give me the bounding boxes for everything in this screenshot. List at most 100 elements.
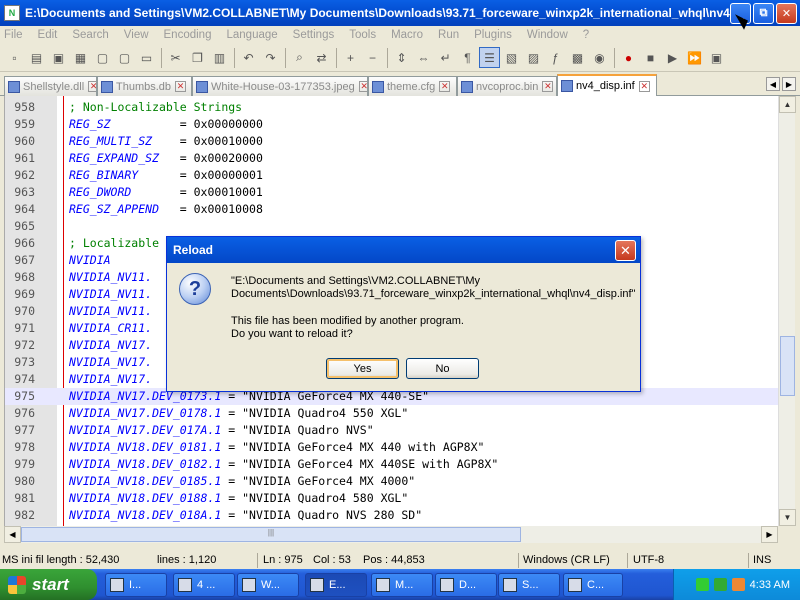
tab-scroll-left-icon[interactable]: ◀ [766, 77, 780, 91]
indent-guide-icon[interactable]: ☰ [479, 47, 500, 68]
code-line[interactable]: 960 REG_MULTI_SZ = 0x00010000 [5, 133, 778, 150]
menu-item-search[interactable]: Search [72, 29, 108, 41]
play-macro-icon[interactable]: ▶ [662, 47, 683, 68]
menu-item-file[interactable]: File [4, 29, 23, 41]
code-line[interactable]: 981 NVIDIA_NV18.DEV_0188.1 = "NVIDIA Quad… [5, 490, 778, 507]
taskbar-button[interactable]: C... [563, 573, 623, 597]
menu-item-tools[interactable]: Tools [349, 29, 376, 41]
tab-theme[interactable]: theme.cfg ✕ [368, 76, 457, 96]
taskbar-button[interactable]: E... [305, 573, 367, 597]
sync-vertical-icon[interactable]: ⇕ [391, 47, 412, 68]
no-button[interactable]: No [406, 358, 479, 379]
replace-icon[interactable]: ⇄ [311, 47, 332, 68]
zoom-in-icon[interactable]: + [340, 47, 361, 68]
menu-item-run[interactable]: Run [438, 29, 459, 41]
code-line[interactable]: 977 NVIDIA_NV17.DEV_017A.1 = "NVIDIA Quad… [5, 422, 778, 439]
tab-close-icon[interactable]: ✕ [175, 81, 187, 92]
play-macro-multiple-icon[interactable]: ⏩ [684, 47, 705, 68]
line-number: 981 [14, 491, 35, 505]
vertical-scrollbar[interactable]: ▲ ▼ [778, 96, 796, 526]
code-line[interactable]: 959 REG_SZ = 0x00000000 [5, 116, 778, 133]
scroll-right-icon[interactable]: ▶ [761, 526, 778, 543]
menu-item-settings[interactable]: Settings [293, 29, 335, 41]
close-button[interactable]: ✕ [776, 3, 797, 24]
save-macro-icon[interactable]: ▣ [706, 47, 727, 68]
close-file-icon[interactable]: ▢ [92, 47, 113, 68]
scroll-up-icon[interactable]: ▲ [779, 96, 796, 113]
taskbar-button[interactable]: M... [371, 573, 433, 597]
open-file-icon[interactable]: ▤ [26, 47, 47, 68]
code-line[interactable]: 982 NVIDIA_NV18.DEV_018A.1 = "NVIDIA Quad… [5, 507, 778, 524]
taskbar-button[interactable]: D... [435, 573, 497, 597]
tab-nvcoproc[interactable]: nvcoproc.bin ✕ [457, 76, 557, 96]
sync-horizontal-icon[interactable]: ⇔ [413, 47, 434, 68]
code-line[interactable]: 980 NVIDIA_NV18.DEV_0185.1 = "NVIDIA GeFo… [5, 473, 778, 490]
close-all-icon[interactable]: ▢ [114, 47, 135, 68]
save-all-icon[interactable]: ▦ [70, 47, 91, 68]
code-line[interactable]: 962 REG_BINARY = 0x00000001 [5, 167, 778, 184]
yes-button[interactable]: Yes [326, 358, 399, 379]
folder-workspace-icon[interactable]: ▩ [567, 47, 588, 68]
taskbar-button[interactable]: 4 ... [173, 573, 235, 597]
search-icon[interactable] [731, 578, 745, 591]
menu-item-help[interactable]: ? [583, 29, 589, 41]
stop-macro-icon[interactable]: ■ [640, 47, 661, 68]
taskbar-button[interactable]: S... [498, 573, 560, 597]
scroll-left-icon[interactable]: ◀ [4, 526, 21, 543]
paste-icon[interactable]: ▥ [209, 47, 230, 68]
menu-item-language[interactable]: Language [226, 29, 277, 41]
taskbar-button[interactable]: W... [237, 573, 299, 597]
code-line[interactable]: 961 REG_EXPAND_SZ = 0x00020000 [5, 150, 778, 167]
start-button[interactable]: start [0, 569, 97, 600]
tab-nv4-disp[interactable]: nv4_disp.inf ✕ [557, 74, 657, 96]
tab-close-icon[interactable]: ✕ [88, 81, 96, 92]
vertical-scroll-thumb[interactable] [780, 336, 795, 396]
code-line[interactable]: 958 ; Non-Localizable Strings [5, 99, 778, 116]
record-macro-icon[interactable]: ● [618, 47, 639, 68]
code-line[interactable]: 978 NVIDIA_NV18.DEV_0181.1 = "NVIDIA GeFo… [5, 439, 778, 456]
maximize-button[interactable]: ⧉ [753, 3, 774, 24]
horizontal-scrollbar[interactable]: ◀ ||| ▶ [4, 526, 778, 543]
function-list-icon[interactable]: ƒ [545, 47, 566, 68]
copy-icon[interactable]: ❐ [187, 47, 208, 68]
tab-shellstyle[interactable]: Shellstyle.dll ✕ [4, 76, 97, 96]
tab-thumbs[interactable]: Thumbs.db ✕ [97, 76, 192, 96]
menu-item-view[interactable]: View [124, 29, 149, 41]
tab-close-icon[interactable]: ✕ [638, 80, 650, 92]
code-line[interactable]: 979 NVIDIA_NV18.DEV_0182.1 = "NVIDIA GeFo… [5, 456, 778, 473]
new-file-icon[interactable]: ▫ [4, 47, 25, 68]
clock[interactable]: 4:33 AM [750, 579, 790, 591]
user-language-icon[interactable]: ▧ [501, 47, 522, 68]
show-all-characters-icon[interactable]: ¶ [457, 47, 478, 68]
tab-white-house[interactable]: White-House-03-177353.jpeg ✕ [192, 76, 368, 96]
tab-scroll-right-icon[interactable]: ▶ [782, 77, 796, 91]
menu-item-window[interactable]: Window [527, 29, 568, 41]
word-wrap-icon[interactable]: ↵ [435, 47, 456, 68]
menu-item-edit[interactable]: Edit [38, 29, 58, 41]
code-line[interactable]: 965 [5, 218, 778, 235]
menu-item-encoding[interactable]: Encoding [164, 29, 212, 41]
save-icon[interactable]: ▣ [48, 47, 69, 68]
tab-close-icon[interactable]: ✕ [439, 81, 451, 92]
undo-icon[interactable]: ↶ [238, 47, 259, 68]
security-icon[interactable] [713, 578, 727, 591]
print-icon[interactable]: ▭ [136, 47, 157, 68]
code-line[interactable]: 963 REG_DWORD = 0x00010001 [5, 184, 778, 201]
code-line[interactable]: 964 REG_SZ_APPEND = 0x00010008 [5, 201, 778, 218]
menu-item-macro[interactable]: Macro [391, 29, 423, 41]
document-map-icon[interactable]: ▨ [523, 47, 544, 68]
find-icon[interactable]: ⌕ [289, 47, 310, 68]
cut-icon[interactable]: ✂ [165, 47, 186, 68]
monitoring-icon[interactable]: ◉ [589, 47, 610, 68]
code-line[interactable]: 976 NVIDIA_NV17.DEV_0178.1 = "NVIDIA Quad… [5, 405, 778, 422]
zoom-out-icon[interactable]: − [362, 47, 383, 68]
menu-item-plugins[interactable]: Plugins [474, 29, 512, 41]
scroll-down-icon[interactable]: ▼ [779, 509, 796, 526]
network-icon[interactable] [695, 578, 709, 591]
horizontal-scroll-thumb[interactable]: ||| [21, 527, 521, 542]
tab-close-icon[interactable]: ✕ [542, 81, 554, 92]
redo-icon[interactable]: ↷ [260, 47, 281, 68]
taskbar-button[interactable]: I... [105, 573, 167, 597]
dialog-close-button[interactable]: ✕ [615, 240, 636, 261]
tab-close-icon[interactable]: ✕ [358, 81, 367, 92]
